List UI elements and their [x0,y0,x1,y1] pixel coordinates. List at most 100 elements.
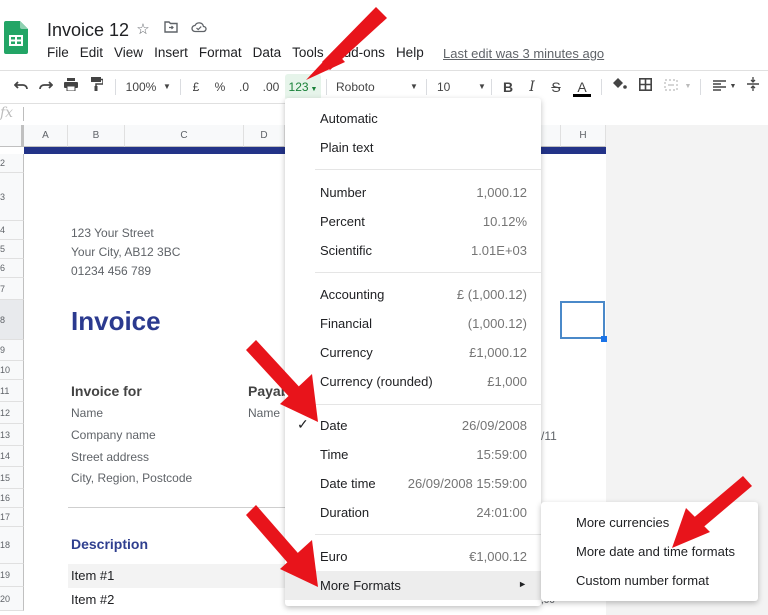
row-header-15[interactable]: 15 [0,467,24,489]
cloud-saved-icon[interactable] [190,20,208,38]
italic-button[interactable]: I [524,74,540,100]
merge-dropdown-icon[interactable]: ▼ [683,74,693,100]
column-header-a[interactable]: A [24,125,68,147]
menu-insert[interactable]: Insert [154,45,188,60]
active-cell-selection[interactable] [560,301,605,339]
menu-item-date[interactable]: ✓ Date 26/09/2008 [285,411,541,440]
submenu-item-more-date-time-formats[interactable]: More date and time formats [576,544,735,559]
document-title[interactable]: Invoice 12 [47,20,129,41]
row-header-3[interactable]: 3 [0,173,24,221]
row-header-5[interactable]: 5 [0,240,24,259]
google-sheets-logo-icon[interactable] [4,21,28,54]
font-family-select[interactable]: Roboto ▼ [336,74,418,100]
row-header-13[interactable]: 13 [0,424,24,446]
paint-format-icon[interactable] [88,74,106,100]
menu-item-number[interactable]: Number 1,000.12 [285,178,541,207]
font-size-select[interactable]: 10 ▼ [437,74,487,100]
column-header-c[interactable]: C [125,125,244,147]
menu-data[interactable]: Data [253,45,282,60]
row-header-6[interactable]: 6 [0,259,24,278]
menu-item-percent[interactable]: Percent 10.12% [285,207,541,236]
submenu-item-more-currencies[interactable]: More currencies [576,515,669,530]
menu-tools[interactable]: Tools [292,45,324,60]
menu-item-scientific[interactable]: Scientific 1.01E+03 [285,236,541,265]
print-icon[interactable] [62,74,80,100]
menu-item-financial[interactable]: Financial (1,000.12) [285,309,541,338]
date-cell-fragment[interactable]: /11 [541,429,557,443]
last-edit-link[interactable]: Last edit was 3 minutes ago [443,46,604,61]
row-header-9[interactable]: 9 [0,340,24,361]
address-city[interactable]: Your City, AB12 3BC [71,245,180,259]
vertical-align-icon[interactable] [744,74,762,100]
row-header-14[interactable]: 14 [0,446,24,467]
decrease-decimal-button[interactable]: .0 [234,74,254,100]
submenu-item-custom-number-format[interactable]: Custom number format [576,573,709,588]
row-header-17[interactable]: 17 [0,508,24,527]
column-header-b[interactable]: B [68,125,125,147]
row-header-11[interactable]: 11 [0,380,24,402]
column-header-d[interactable]: D [244,125,285,147]
invoice-title[interactable]: Invoice [71,306,161,337]
payable-to-heading[interactable]: Payab [248,383,289,399]
row-header-16[interactable]: 16 [0,489,24,508]
zoom-select[interactable]: 100% [124,74,158,100]
format-as-percent-button[interactable]: % [212,74,228,100]
menu-item-more-formats[interactable]: More Formats ► [285,571,541,600]
row-header-7[interactable]: 7 [0,278,24,300]
item-row-1[interactable]: Item #1 [68,564,288,588]
menu-item-currency[interactable]: Currency £1,000.12 [285,338,541,367]
menu-edit[interactable]: Edit [80,45,103,60]
row-header-20[interactable]: 20 [0,587,24,611]
menu-item-date-time[interactable]: Date time 26/09/2008 15:59:00 [285,469,541,498]
row-header-4[interactable]: 4 [0,221,24,240]
invoice-for-street[interactable]: Street address [71,450,149,464]
fill-handle[interactable] [601,336,607,342]
address-street[interactable]: 123 Your Street [71,226,154,240]
menu-item-time[interactable]: Time 15:59:00 [285,440,541,469]
address-phone[interactable]: 01234 456 789 [71,264,151,278]
zoom-dropdown-icon[interactable]: ▼ [162,74,172,100]
row-header-12[interactable]: 12 [0,402,24,424]
row-header-19[interactable]: 19 [0,564,24,587]
menu-item-automatic[interactable]: Automatic [285,104,541,133]
borders-icon[interactable] [636,74,654,100]
row-header-10[interactable]: 10 [0,361,24,380]
menu-file[interactable]: File [47,45,69,60]
format-as-currency-button[interactable]: £ [188,74,204,100]
menu-item-currency-rounded[interactable]: Currency (rounded) £1,000 [285,367,541,396]
invoice-for-name[interactable]: Name [71,406,103,420]
menu-item-accounting[interactable]: Accounting £ (1,000.12) [285,280,541,309]
merge-cells-icon[interactable] [662,74,680,100]
select-all-corner[interactable] [0,125,24,147]
invoice-for-city[interactable]: City, Region, Postcode [71,471,192,485]
payable-to-name[interactable]: Name [248,406,280,420]
description-heading[interactable]: Description [71,536,148,552]
menu-item-duration[interactable]: Duration 24:01:00 [285,498,541,527]
formula-bar[interactable]: fx [0,103,285,123]
move-to-folder-icon[interactable] [162,20,180,38]
align-dropdown-icon[interactable]: ▼ [728,74,738,100]
menu-add-ons[interactable]: Add-ons [335,45,385,60]
column-header-h[interactable]: H [561,125,606,147]
bold-button[interactable]: B [500,74,516,100]
menu-view[interactable]: View [114,45,143,60]
strikethrough-button[interactable]: S [548,74,564,100]
row-header-8[interactable]: 8 [0,300,24,340]
row-header-18[interactable]: 18 [0,527,24,564]
increase-decimal-button[interactable]: .00 [259,74,283,100]
menu-help[interactable]: Help [396,45,424,60]
star-icon[interactable]: ☆ [134,20,152,38]
invoice-for-company[interactable]: Company name [71,428,156,442]
redo-icon[interactable] [37,74,55,100]
menu-item-plain-text[interactable]: Plain text [285,133,541,162]
text-color-button[interactable]: A [573,74,591,100]
column-header-g[interactable] [541,125,561,147]
menu-format[interactable]: Format [199,45,242,60]
row-header-2[interactable]: 2 [0,154,24,173]
more-formats-button[interactable]: 123 ▼ [285,74,321,100]
fill-color-icon[interactable] [610,74,628,100]
undo-icon[interactable] [12,74,30,100]
menu-item-euro[interactable]: Euro €1,000.12 [285,542,541,571]
invoice-for-heading[interactable]: Invoice for [71,383,142,399]
horizontal-align-icon[interactable] [710,74,728,100]
